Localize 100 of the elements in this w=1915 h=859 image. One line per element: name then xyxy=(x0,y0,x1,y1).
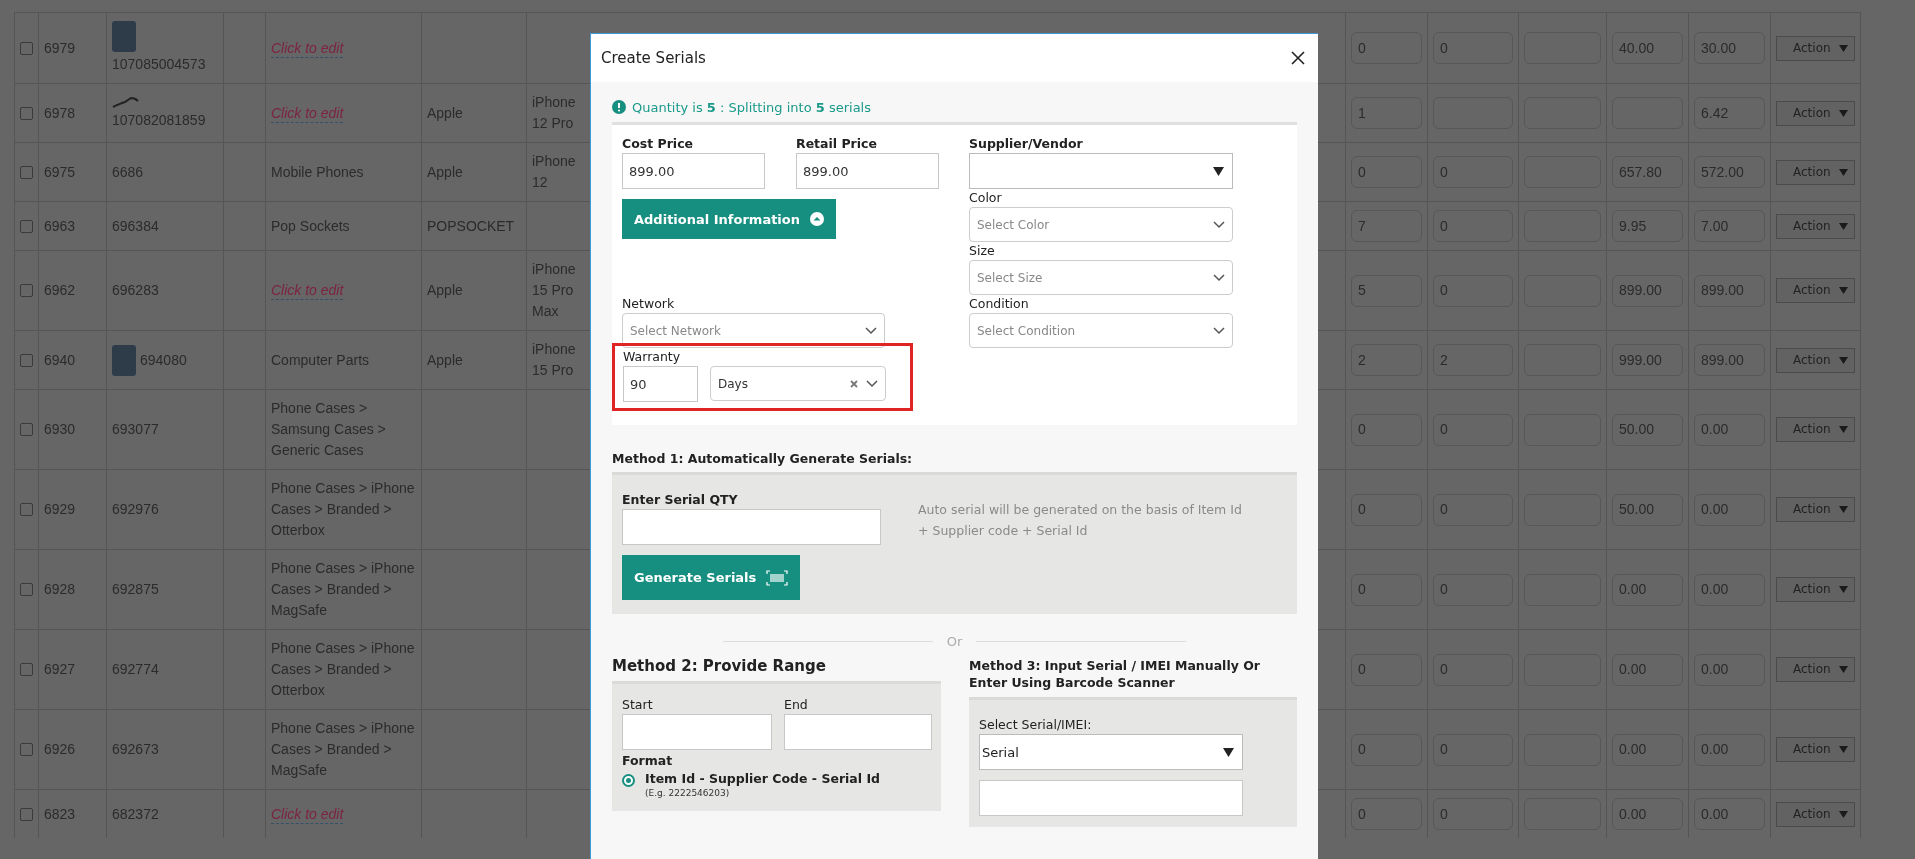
warranty-unit-select[interactable]: Days xyxy=(710,366,886,401)
table-input[interactable]: 0 xyxy=(1351,32,1422,64)
action-dropdown[interactable]: Action xyxy=(1776,159,1855,185)
table-input[interactable]: 5 xyxy=(1351,274,1422,307)
row-checkbox[interactable] xyxy=(20,41,33,55)
click-to-edit-link[interactable]: Click to edit xyxy=(271,103,344,123)
row-checkbox[interactable] xyxy=(20,219,33,233)
select-field[interactable]: Select Size xyxy=(969,260,1233,295)
table-input[interactable]: 572.00 xyxy=(1694,156,1765,188)
table-input[interactable]: 50.00 xyxy=(1612,493,1683,526)
table-input[interactable]: 899.00 xyxy=(1694,344,1765,376)
table-input[interactable]: 0 xyxy=(1433,653,1513,686)
table-input[interactable]: 0 xyxy=(1433,733,1513,766)
select-field[interactable]: Select Condition xyxy=(969,313,1233,348)
row-checkbox[interactable] xyxy=(20,583,33,596)
row-checkbox[interactable] xyxy=(20,663,33,676)
action-dropdown[interactable]: Action xyxy=(1776,35,1855,61)
action-dropdown[interactable]: Action xyxy=(1776,100,1855,126)
hint-text: Auto serial will be generated on the basis of Item Id + Supplier code + Serial Id xyxy=(918,501,1243,540)
table-input[interactable]: 0 xyxy=(1351,413,1422,446)
table-input[interactable]: 0 xyxy=(1351,798,1422,830)
table-input[interactable]: 1 xyxy=(1351,97,1422,129)
table-input[interactable]: 40.00 xyxy=(1612,32,1683,64)
table-input[interactable]: 0 xyxy=(1433,573,1513,606)
table-input[interactable]: 0 xyxy=(1351,493,1422,526)
table-input[interactable]: 0.00 xyxy=(1694,413,1765,446)
table-input[interactable]: 0 xyxy=(1351,653,1422,686)
table-input[interactable]: 0.00 xyxy=(1694,653,1765,686)
serial-input[interactable] xyxy=(979,780,1243,816)
action-dropdown[interactable]: Action xyxy=(1776,497,1855,522)
generate-serials-button[interactable]: Generate Serials xyxy=(622,555,801,600)
action-dropdown[interactable]: Action xyxy=(1776,417,1855,442)
table-input[interactable]: 2 xyxy=(1433,344,1513,376)
table-input[interactable]: 0 xyxy=(1433,798,1513,830)
table-input[interactable]: 0.00 xyxy=(1612,653,1683,686)
click-to-edit-link[interactable]: Click to edit xyxy=(271,804,344,824)
table-input[interactable]: 0 xyxy=(1433,274,1513,307)
action-dropdown[interactable]: Action xyxy=(1776,213,1855,239)
table-input[interactable]: 0 xyxy=(1433,32,1513,64)
table-cell-text: 692774 xyxy=(112,660,159,679)
click-to-edit-link[interactable]: Click to edit xyxy=(271,38,344,58)
serial-type-select[interactable]: Serial xyxy=(979,734,1243,770)
field-label: Enter Serial QTY xyxy=(622,491,739,509)
table-input[interactable]: 0 xyxy=(1351,573,1422,606)
table-input[interactable]: 0 xyxy=(1433,210,1513,242)
table-input[interactable]: 657.80 xyxy=(1612,156,1683,188)
supplier-select[interactable] xyxy=(969,153,1233,189)
table-cell-text: iPhone 12 Pro xyxy=(532,93,577,133)
quantity-notice: Quantity is 5 : Splitting into 5 serials xyxy=(632,99,871,115)
click-to-edit-link[interactable]: Click to edit xyxy=(271,281,344,300)
action-dropdown[interactable]: Action xyxy=(1776,801,1855,827)
table-input[interactable]: 0 xyxy=(1351,733,1422,766)
row-checkbox[interactable] xyxy=(20,807,33,821)
action-dropdown[interactable]: Action xyxy=(1776,278,1855,303)
cost-price-input[interactable]: 899.00 xyxy=(622,153,765,189)
row-checkbox[interactable] xyxy=(20,106,33,120)
range-end-input[interactable] xyxy=(784,714,932,750)
table-input[interactable]: 0 xyxy=(1433,156,1513,188)
action-dropdown[interactable]: Action xyxy=(1776,737,1855,762)
table-input[interactable]: 0 xyxy=(1433,493,1513,526)
table-input[interactable]: 0.00 xyxy=(1694,733,1765,766)
table-input[interactable]: 0.00 xyxy=(1694,798,1765,830)
table-input[interactable]: 0.00 xyxy=(1612,733,1683,766)
table-input[interactable]: 30.00 xyxy=(1694,32,1765,64)
action-dropdown[interactable]: Action xyxy=(1776,577,1855,602)
table-input[interactable]: 6.42 xyxy=(1694,97,1765,129)
action-dropdown[interactable]: Action xyxy=(1776,657,1855,682)
row-checkbox[interactable] xyxy=(20,353,33,367)
table-cell-text: 6926 xyxy=(44,740,76,759)
action-dropdown[interactable]: Action xyxy=(1776,347,1855,373)
table-input[interactable]: 50.00 xyxy=(1612,413,1683,446)
warranty-input[interactable]: 90 xyxy=(623,366,698,402)
table-input[interactable]: 0.00 xyxy=(1612,798,1683,830)
table-input[interactable]: 9.95 xyxy=(1612,210,1683,242)
retail-price-input[interactable]: 899.00 xyxy=(796,153,939,189)
table-input[interactable]: 0.00 xyxy=(1694,573,1765,606)
row-checkbox[interactable] xyxy=(20,165,33,179)
format-radio[interactable] xyxy=(622,774,635,787)
table-cell-text: Pop Sockets xyxy=(271,216,350,236)
table-input[interactable]: 899.00 xyxy=(1612,274,1683,307)
table-input[interactable]: 2 xyxy=(1351,344,1422,376)
table-input[interactable]: 899.00 xyxy=(1694,274,1765,307)
table-input[interactable]: 0.00 xyxy=(1694,493,1765,526)
table-input[interactable]: 7 xyxy=(1351,210,1422,242)
range-start-input[interactable] xyxy=(622,714,772,750)
row-checkbox[interactable] xyxy=(20,743,33,756)
table-input[interactable]: 0.00 xyxy=(1612,573,1683,606)
photo-placeholder xyxy=(112,344,136,376)
table-input[interactable]: 0 xyxy=(1433,413,1513,446)
additional-information-button[interactable]: Additional Information xyxy=(622,199,836,239)
table-input[interactable]: 999.00 xyxy=(1612,344,1683,376)
table-input[interactable]: 7.00 xyxy=(1694,210,1765,242)
serial-qty-input[interactable] xyxy=(622,509,881,545)
row-checkbox[interactable] xyxy=(20,503,33,516)
cable-photo-placeholder xyxy=(112,95,140,108)
table-input[interactable]: 0 xyxy=(1351,156,1422,188)
row-checkbox[interactable] xyxy=(20,284,33,297)
field-label: Warranty xyxy=(623,348,682,366)
select-field[interactable]: Select Color xyxy=(969,207,1233,242)
row-checkbox[interactable] xyxy=(20,423,33,436)
